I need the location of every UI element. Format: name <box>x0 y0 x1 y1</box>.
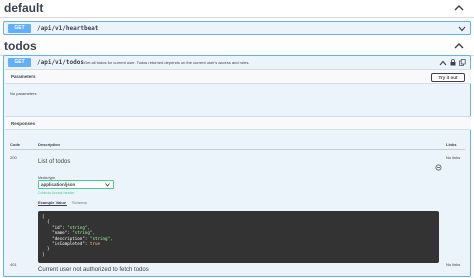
chevron-up-icon[interactable] <box>439 60 447 66</box>
operation-todos-summary-bar[interactable]: GET /api/v1/todos Get all todos for curr… <box>4 56 470 69</box>
responses-title: Responses <box>11 121 36 126</box>
column-header-links: Links <box>446 142 457 147</box>
chevron-up-icon[interactable] <box>454 4 464 12</box>
response-description-401: Current user not authorized to fetch tod… <box>38 267 149 273</box>
tab-schema[interactable]: Schema <box>72 200 87 205</box>
method-badge-get: GET <box>8 58 31 67</box>
media-type-value: application/json <box>41 182 76 187</box>
parameters-header: Parameters Try it out <box>5 69 471 84</box>
chevron-down-icon <box>105 183 110 187</box>
column-header-code: Code <box>10 142 20 147</box>
chevron-down-icon[interactable] <box>458 26 466 32</box>
operation-path: /api/v1/todos <box>37 59 84 66</box>
operation-todos: GET /api/v1/todos Get all todos for curr… <box>3 55 471 277</box>
table-divider <box>10 149 465 150</box>
active-tab-indicator <box>38 205 67 206</box>
response-code-401: 401 <box>10 262 17 267</box>
lock-icon[interactable] <box>450 59 456 66</box>
section-title-default: default <box>4 1 44 15</box>
accept-header-note: Controls Accept header. <box>38 191 76 195</box>
copy-icon[interactable] <box>459 59 466 66</box>
copy-icon[interactable] <box>435 164 442 171</box>
operation-summary: Get all todos for current user. Todos re… <box>84 60 250 65</box>
no-parameters-text: No parameters <box>10 91 37 96</box>
todos-section-header[interactable]: todos <box>0 38 474 56</box>
try-it-out-button[interactable]: Try it out <box>431 73 465 82</box>
method-badge-get: GET <box>8 24 31 33</box>
section-title-todos: todos <box>4 39 37 53</box>
response-code-200: 200 <box>10 155 17 160</box>
operation-path: /api/v1/heartbeat <box>37 25 99 32</box>
example-value-code[interactable]: [ { "id": "string", "name": "string", "d… <box>38 211 439 263</box>
response-links-401: No links <box>446 262 461 267</box>
response-links-200: No links <box>446 155 461 160</box>
column-header-description: Description <box>38 142 61 147</box>
default-section-header[interactable]: default <box>0 0 474 18</box>
code-line: ] <box>42 251 45 257</box>
operation-heartbeat[interactable]: GET /api/v1/heartbeat <box>3 21 471 35</box>
parameters-title: Parameters <box>11 74 36 79</box>
chevron-up-icon[interactable] <box>454 42 464 50</box>
media-type-select[interactable]: application/json <box>38 180 114 189</box>
response-description-200: List of todos <box>38 159 71 165</box>
responses-header: Responses <box>5 116 471 130</box>
